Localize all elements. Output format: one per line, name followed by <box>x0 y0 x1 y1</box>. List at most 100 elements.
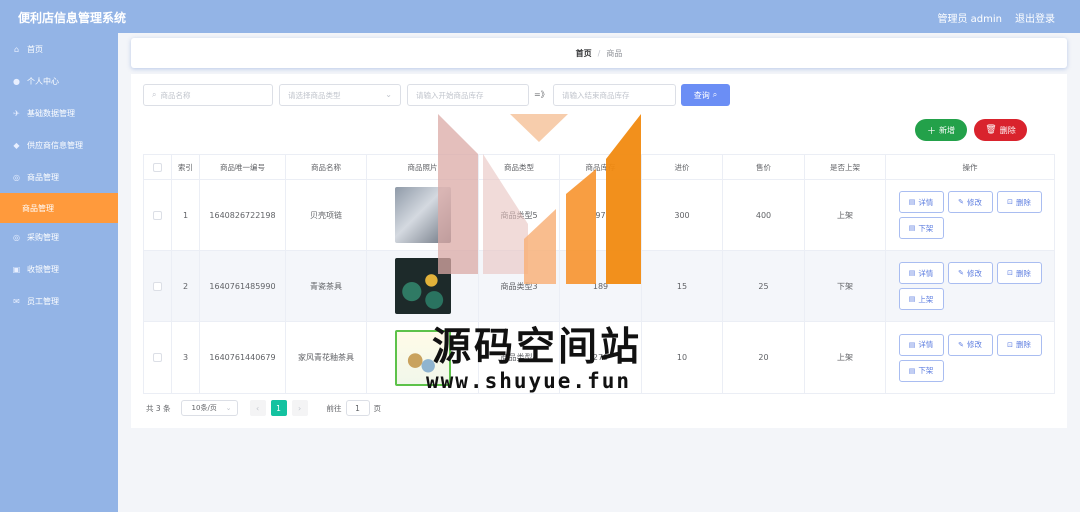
row-in-price: 15 <box>642 251 723 321</box>
sidebar-item-home[interactable]: ⌂ 首页 <box>0 34 118 64</box>
goto-page-input[interactable]: 1 <box>345 400 370 416</box>
range-separator: =》 <box>534 90 549 99</box>
detail-label: 详情 <box>918 268 934 278</box>
page-number-current[interactable]: 1 <box>270 400 287 416</box>
row-status: 下架 <box>805 251 886 321</box>
row-select[interactable] <box>144 251 172 321</box>
watermark-shape <box>483 154 528 274</box>
edit-button[interactable]: ✎ 修改 <box>947 191 993 213</box>
name-search-input[interactable]: ⌕ 商品名称 <box>143 84 273 106</box>
edit-button[interactable]: ✎ 修改 <box>947 333 993 356</box>
watermark-logo <box>438 114 641 284</box>
breadcrumb-home[interactable]: 首页 <box>576 48 592 59</box>
stock-end-input[interactable]: 请输入结束商品库存 <box>553 84 676 106</box>
row-in-price: 300 <box>642 180 723 250</box>
add-button[interactable]: ＋ 新增 <box>915 119 967 141</box>
sidebar-item-staff[interactable]: ✉ 员工管理 <box>0 286 118 316</box>
sidebar-item-supplier[interactable]: ◆ 供应商信息管理 <box>0 130 118 160</box>
row-index: 3 <box>172 322 200 393</box>
toggle-label: 下架 <box>918 366 934 375</box>
pagination: 共 3 条 10条/页 ⌄ ‹ 1 › 前往 1 页 <box>146 400 381 416</box>
detail-button[interactable]: ▤ 详情 <box>898 333 944 356</box>
search-icon: ⌕ <box>152 90 157 99</box>
shelf-icon: ▤ <box>908 224 916 232</box>
user-icon: ● <box>13 76 20 86</box>
delete-label: 删除 <box>1015 268 1031 278</box>
toggle-shelf-button[interactable]: ▤ 下架 <box>898 217 944 239</box>
circle-icon: ◎ <box>13 172 20 182</box>
stock-start-input[interactable]: 请输入开始商品库存 <box>407 84 529 106</box>
sidebar-item-label: 收银管理 <box>27 264 59 274</box>
detail-icon: ▤ <box>908 198 916 206</box>
table-header-cell: 商品名称 <box>286 155 367 179</box>
delete-label: 删除 <box>1015 197 1031 207</box>
row-code: 1640826722198 <box>200 180 286 250</box>
row-index: 1 <box>172 180 200 250</box>
row-name: 贝壳项链 <box>286 180 367 250</box>
logout-link[interactable]: 退出登录 <box>1015 10 1055 25</box>
sidebar-item-label: 员工管理 <box>27 296 59 306</box>
circle-icon: ◎ <box>13 232 20 242</box>
edit-button[interactable]: ✎ 修改 <box>947 262 993 284</box>
row-in-price: 10 <box>642 322 723 393</box>
edit-icon: ✎ <box>958 269 964 277</box>
checkbox[interactable] <box>153 281 162 291</box>
stock-start-placeholder: 请输入开始商品库存 <box>416 90 484 100</box>
detail-button[interactable]: ▤ 详情 <box>898 191 944 213</box>
box-icon: ▣ <box>12 264 21 274</box>
sidebar-item-label: 商品管理 <box>27 172 59 182</box>
row-code: 1640761440679 <box>200 322 286 393</box>
table-header-cell: 是否上架 <box>805 155 886 179</box>
sidebar-item-cashier[interactable]: ▣ 收银管理 <box>0 254 118 284</box>
page-size-value: 10条/页 <box>191 404 217 412</box>
breadcrumb: 首页 / 商品 <box>131 38 1067 68</box>
checkbox[interactable] <box>153 162 162 172</box>
sidebar-item-goods[interactable]: ◎ 商品管理 <box>0 162 118 192</box>
detail-label: 详情 <box>918 197 934 207</box>
pagination-total: 共 3 条 <box>146 403 171 413</box>
sidebar-item-label: 个人中心 <box>27 76 59 86</box>
toggle-shelf-button[interactable]: ▤ 下架 <box>898 359 944 382</box>
batch-delete-button[interactable]: 🗑 删除 <box>974 119 1027 141</box>
checkbox[interactable] <box>153 210 162 220</box>
table-header-cell: 售价 <box>723 155 805 179</box>
sidebar-item-profile[interactable]: ● 个人中心 <box>0 66 118 96</box>
watermark-url: www.shuyue.fun <box>426 369 632 393</box>
table-header-cell: 操作 <box>962 162 978 172</box>
watermark-shape <box>606 114 641 284</box>
current-user: 管理员 admin <box>937 14 1002 25</box>
delete-button[interactable]: ⊡ 删除 <box>996 262 1042 284</box>
query-label: 查询 <box>693 90 710 100</box>
next-page-button[interactable]: › <box>291 400 308 416</box>
row-select[interactable] <box>144 322 172 393</box>
table-header-cell: 索引 <box>172 155 200 179</box>
sidebar-item-base-data[interactable]: ✈ 基础数据管理 <box>0 98 118 128</box>
sidebar-item-purchase[interactable]: ◎ 采购管理 <box>0 222 118 252</box>
delete-button[interactable]: ⊡ 删除 <box>996 333 1042 356</box>
shield-icon: ◆ <box>13 140 20 150</box>
toggle-shelf-button[interactable]: ▤ 上架 <box>898 288 944 310</box>
edit-label: 修改 <box>966 197 982 207</box>
sidebar-subitem-goods[interactable]: 商品管理 <box>0 193 118 223</box>
row-select[interactable] <box>144 180 172 250</box>
prev-page-button[interactable]: ‹ <box>249 400 266 416</box>
search-icon: ⌕ <box>712 90 718 99</box>
shelf-icon: ▤ <box>908 295 916 303</box>
detail-button[interactable]: ▤ 详情 <box>898 262 944 284</box>
delete-button[interactable]: ⊡ 删除 <box>996 191 1042 213</box>
app-title: 便利店信息管理系统 <box>18 11 127 25</box>
edit-label: 修改 <box>966 268 982 278</box>
watermark-shape <box>438 114 478 274</box>
home-icon: ⌂ <box>13 44 20 54</box>
trash-icon: ⊡ <box>1007 340 1013 349</box>
header-select-all[interactable] <box>144 155 172 179</box>
delete-label: 删除 <box>1015 340 1031 349</box>
toggle-label: 上架 <box>918 294 934 304</box>
edit-icon: ✎ <box>958 198 964 206</box>
toggle-label: 下架 <box>918 223 934 233</box>
type-select[interactable]: 请选择商品类型 ⌄ <box>279 84 401 106</box>
detail-icon: ▤ <box>908 269 916 277</box>
query-button[interactable]: 查询 ⌕ <box>681 84 730 106</box>
page-size-select[interactable]: 10条/页 ⌄ <box>180 400 238 416</box>
checkbox[interactable] <box>153 353 162 362</box>
